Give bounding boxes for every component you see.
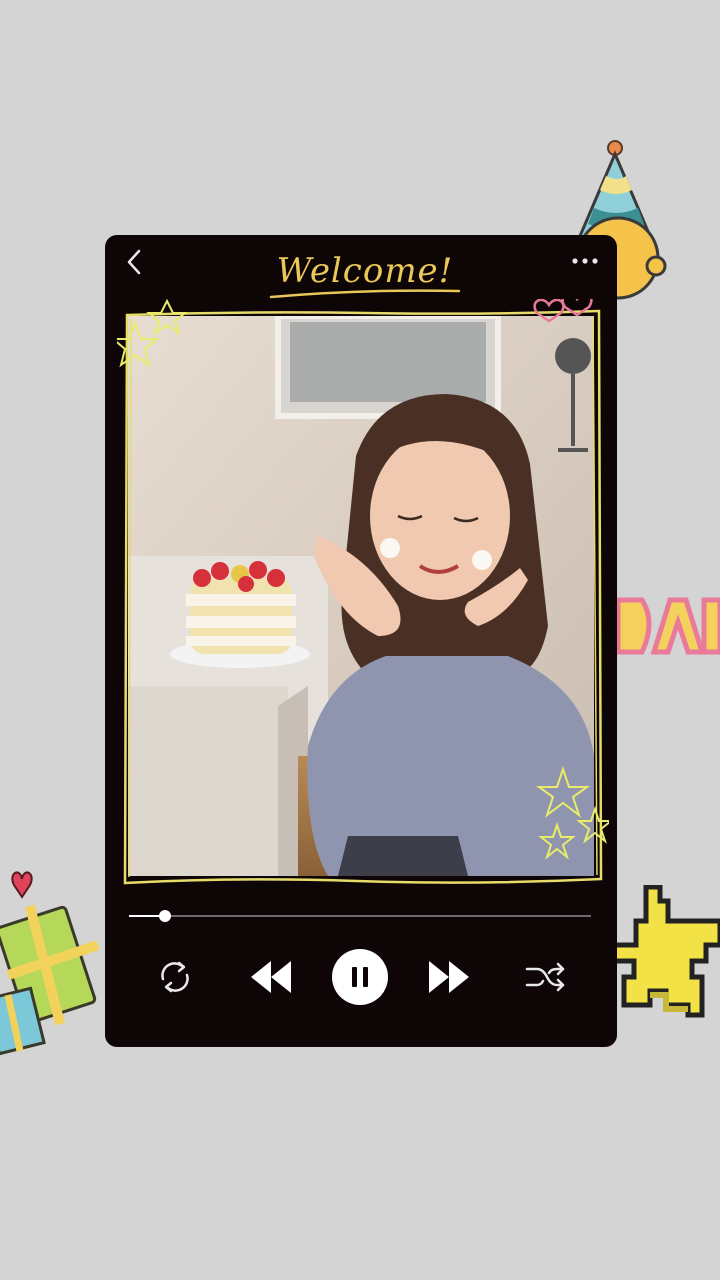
fast-forward-icon[interactable]: [425, 957, 473, 997]
gift-box-decoration: [0, 871, 100, 1056]
progress-knob[interactable]: [159, 910, 172, 922]
pixel-star-decoration: [611, 885, 720, 1018]
album-art-frame: [117, 299, 609, 885]
birthday-text-decoration: [615, 597, 720, 655]
player-title: Welcome!: [276, 251, 454, 291]
playback-progress-slider[interactable]: [129, 910, 591, 922]
more-horizontal-icon[interactable]: [567, 249, 603, 273]
progress-track: [129, 915, 591, 917]
pause-icon[interactable]: [331, 948, 389, 1006]
rewind-icon[interactable]: [247, 957, 295, 997]
album-art-photo: [128, 316, 594, 876]
shuffle-icon[interactable]: [523, 957, 567, 997]
repeat-icon[interactable]: [153, 955, 197, 999]
title-underline-decoration: [269, 289, 461, 299]
music-player-card: Welcome!: [105, 235, 617, 1047]
chevron-left-icon[interactable]: [119, 247, 149, 277]
